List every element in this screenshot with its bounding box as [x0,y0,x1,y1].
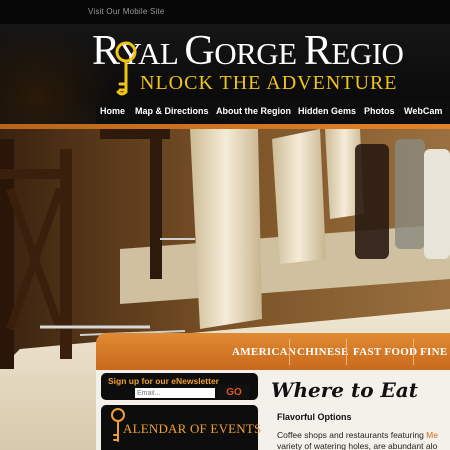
nav-item-about-region[interactable]: About the Region [216,106,291,116]
cuisine-tabs: AMERICAN CHINESE FAST FOOD FINE D [96,333,450,370]
tab-fast-food[interactable]: FAST FOOD [353,346,417,358]
page-title: Where to Eat [271,378,418,402]
intro-paragraph: Coffee shops and restaurants featuring M… [277,430,450,450]
nav-item-home[interactable]: Home [100,106,125,116]
logo-letter-g: G [184,28,215,74]
calendar-label: ALENDAR OF EVENTS [123,421,262,436]
intro-link[interactable]: Me [426,430,438,440]
main-nav: Home Map & Directions About the Region H… [96,101,450,124]
tab-chinese[interactable]: CHINESE [297,346,349,358]
nav-item-photos[interactable]: Photos [364,106,395,116]
calendar-of-events-box[interactable]: ALENDAR OF EVENTS [101,405,262,450]
tab-divider [289,339,290,365]
tab-american[interactable]: AMERICAN [232,346,296,358]
key-logo-icon [115,41,137,96]
intro-line-2: variety of watering holes, are abundant … [277,441,438,450]
tab-divider [413,339,414,365]
logo-word-egio: EGIO [331,36,404,71]
logo-letter-r2: R [303,28,332,74]
mobile-site-link[interactable]: Visit Our Mobile Site [88,7,165,16]
nav-item-hidden-gems[interactable]: Hidden Gems [298,106,356,116]
email-input[interactable] [135,388,215,398]
nav-item-map-directions[interactable]: Map & Directions [135,106,209,116]
tab-divider [346,339,347,365]
nav-item-webcam[interactable]: WebCam [404,106,442,116]
tab-fine-dining[interactable]: FINE D [420,346,450,358]
logo-word-orge: ORGE [214,36,304,71]
top-bar: Visit Our Mobile Site [0,0,450,24]
section-subheading: Flavorful Options [277,412,352,422]
newsletter-label: Sign up for our eNewsletter [108,376,219,386]
newsletter-box: Sign up for our eNewsletter GO [101,373,258,400]
intro-line-1: Coffee shops and restaurants featuring [277,430,427,440]
newsletter-go-button[interactable]: GO [219,385,249,399]
logo-tagline: NLOCK THE ADVENTURE [140,72,398,94]
